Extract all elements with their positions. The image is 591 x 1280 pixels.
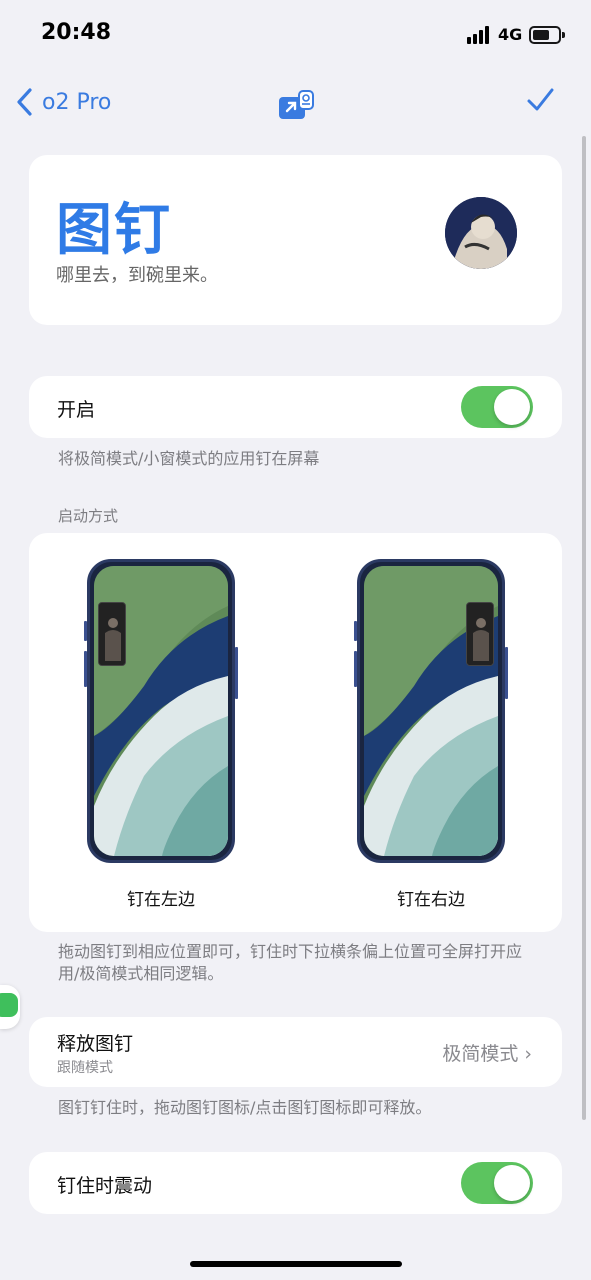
- vibrate-toggle[interactable]: [461, 1162, 533, 1204]
- back-button[interactable]: o2 Pro: [14, 82, 111, 122]
- battery-icon: [529, 26, 565, 44]
- header-card: 图钉 哪里去，到碗里来。: [29, 155, 562, 325]
- scrollbar[interactable]: [582, 136, 586, 1120]
- page-subtitle: 哪里去，到碗里来。: [56, 265, 218, 286]
- pin-left-option[interactable]: 钉在左边: [84, 559, 238, 919]
- launch-section-header: 启动方式: [58, 507, 119, 525]
- navigation-bar: o2 Pro: [0, 78, 591, 126]
- phone-preview-left: [87, 559, 235, 863]
- avatar: [445, 197, 517, 269]
- home-indicator[interactable]: [190, 1261, 402, 1267]
- release-pin-row[interactable]: 释放图钉 跟随模式 极简模式 ›: [29, 1017, 562, 1087]
- pin-right-caption: 钉在右边: [397, 890, 465, 910]
- launch-mode-card: 钉在左边 钉在右边: [29, 533, 562, 932]
- phone-preview-right: [357, 559, 505, 863]
- release-pin-value[interactable]: 极简模式 ›: [442, 1039, 532, 1066]
- enable-footnote: 将极简模式/小窗模式的应用钉在屏幕: [58, 449, 320, 468]
- vibrate-row[interactable]: 钉住时震动: [29, 1152, 562, 1214]
- enable-row[interactable]: 开启: [29, 376, 562, 438]
- back-label: o2 Pro: [42, 89, 112, 115]
- floating-assistant-bubble[interactable]: [0, 985, 20, 1029]
- release-pin-title: 释放图钉: [57, 1033, 134, 1055]
- checkmark-icon[interactable]: [524, 84, 556, 116]
- assistant-icon: [0, 993, 18, 1017]
- signal-icon: [467, 26, 493, 44]
- page-title: 图钉: [56, 198, 172, 263]
- pinned-window-right: [466, 602, 494, 666]
- status-bar: 20:48 4G: [0, 0, 591, 70]
- network-type: 4G: [498, 25, 523, 44]
- chevron-left-icon: [17, 88, 32, 116]
- pin-left-caption: 钉在左边: [127, 890, 195, 910]
- launch-footnote: 拖动图钉到相应位置即可，钉住时下拉横条偏上位置可全屏打开应用/极简模式相同逻辑。: [58, 942, 523, 983]
- enable-label: 开启: [57, 399, 96, 421]
- enable-toggle[interactable]: [461, 386, 533, 428]
- pin-right-option[interactable]: 钉在右边: [354, 559, 508, 919]
- release-pin-subtitle: 跟随模式: [57, 1060, 113, 1076]
- release-footnote: 图钉钉住时，拖动图钉图标/点击图钉图标即可释放。: [58, 1098, 432, 1117]
- pin-window-icon: [279, 90, 314, 119]
- vibrate-label: 钉住时震动: [57, 1175, 153, 1197]
- status-time: 20:48: [41, 20, 112, 45]
- pinned-window-left: [98, 602, 126, 666]
